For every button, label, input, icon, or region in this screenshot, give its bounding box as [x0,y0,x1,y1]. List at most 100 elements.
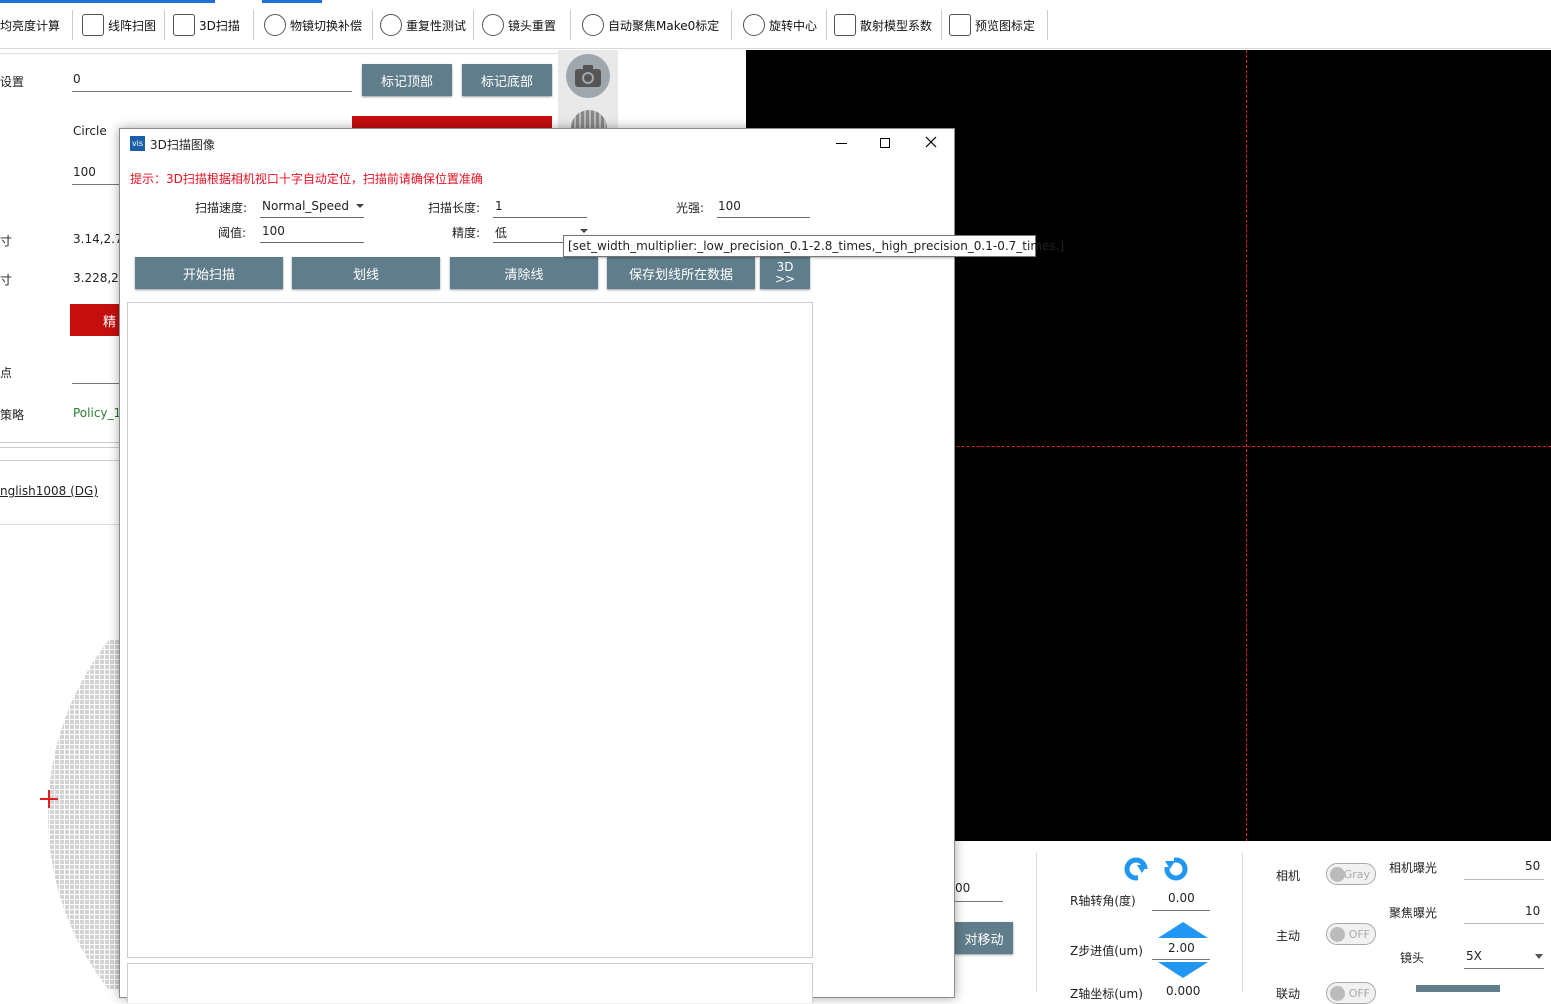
active-tab-indicator [0,0,215,3]
speed-label: 扫描速度: [195,201,248,215]
line-scan-icon [82,14,104,36]
value-underline [72,184,120,185]
chevron-down-icon [1535,954,1543,959]
precision-tooltip: [set_width_multiplier:_low_precision_0.1… [563,235,1064,257]
z-pos-label: Z轴坐标(um) [1070,987,1143,1001]
tb-preview-calibrate-label: 预览图标定 [975,18,1036,33]
tb-brightness-label: 平均亮度计算 [0,18,61,33]
linkage-label: 联动 [1276,987,1301,1001]
separator-bar [0,447,120,461]
length-label: 扫描长度: [428,201,481,215]
speed-select[interactable]: Normal_Speed [262,199,349,213]
light-input[interactable]: 100 [718,199,741,213]
z-step-label: Z步进值(um) [1070,944,1143,958]
divider [0,524,120,525]
recipe-link[interactable]: nglish1008 (DG) [0,484,98,498]
active-toggle[interactable]: OFF [1326,923,1376,945]
3d-button-arrows: >> [774,272,796,286]
z-step-underline [1152,959,1210,960]
arrow-down-icon [1158,962,1208,978]
camera-gray-toggle[interactable]: Gray [1326,863,1376,885]
partial-underline [955,901,1003,902]
tb-brightness-button[interactable]: 平均亮度计算 [0,12,60,38]
toolbar-divider [1047,10,1048,40]
cam-exposure-input[interactable]: 50 [1525,859,1540,873]
divider [0,442,120,443]
3d-scan-icon [173,14,195,36]
tb-autofocus-label: 自动聚焦Make0标定 [608,18,720,33]
mark-top-button[interactable]: 标记顶部 [362,64,452,96]
z-step-input[interactable]: 2.00 [1168,941,1195,955]
toolbar-divider [570,10,571,40]
length-input[interactable]: 1 [495,199,503,213]
value-100-input[interactable]: 100 [73,165,96,179]
active-tab-indicator-2 [262,0,322,3]
camera-label: 相机 [1276,869,1301,883]
active-label: 主动 [1276,929,1301,943]
setting-underline [72,91,352,92]
partial-value[interactable]: 00 [955,881,970,895]
lens-label: 镜头 [1400,951,1425,965]
rotate-ccw-button[interactable] [1123,856,1149,882]
toggle-knob [1330,986,1345,1001]
tb-lens-switch-button[interactable]: 物镜切换补偿 [264,12,362,38]
close-icon[interactable] [924,135,938,149]
tb-rotate-center-label: 旋转中心 [769,18,818,33]
focus-exposure-input[interactable]: 10 [1525,904,1540,918]
start-scan-button[interactable]: 开始扫描 [135,257,283,289]
camera-capture-button[interactable] [566,54,610,98]
bottom-action-button[interactable] [1416,985,1500,992]
relative-move-button[interactable]: 对移动 [955,922,1013,954]
toolbar-divider [826,10,827,40]
lens-select[interactable]: 5X [1466,949,1482,963]
tb-lens-reset-label: 镜头重置 [508,18,557,33]
autofocus-icon [582,14,604,36]
camera-icon [575,65,601,87]
linkage-toggle[interactable]: OFF [1326,982,1376,1004]
3d-view-button[interactable]: 3D >> [760,257,810,289]
profile-canvas[interactable] [127,963,813,1003]
dialog-hint: 提示：3D扫描根据相机视口十字自动定位，扫描前请确保位置准确 [130,172,483,186]
tb-3d-scan-button[interactable]: 3D扫描 [173,12,240,38]
tb-repeat-test-button[interactable]: 重复性测试 [380,12,466,38]
close-glyph [925,136,937,148]
tb-scatter-model-label: 散射模型系数 [860,18,933,33]
precise-button[interactable]: 精 [70,304,122,336]
focus-exposure-underline [1464,923,1544,924]
draw-line-button[interactable]: 划线 [292,257,440,289]
toolbar-divider [72,10,73,40]
light-underline [717,217,810,218]
setting-input[interactable]: 0 [73,72,81,86]
shape-select[interactable]: Circle [73,124,107,138]
tb-preview-calibrate-button[interactable]: 预览图标定 [949,12,1035,38]
z-up-button[interactable] [1158,922,1208,938]
tb-autofocus-button[interactable]: 自动聚焦Make0标定 [582,12,719,38]
tb-rotate-center-button[interactable]: 旋转中心 [743,12,817,38]
toolbar-divider [372,10,373,40]
panel-divider [0,53,558,54]
tb-line-scan-button[interactable]: 线阵扫图 [82,12,156,38]
lens-switch-icon [264,14,286,36]
rotate-cw-button[interactable] [1163,856,1189,882]
maximize-icon[interactable] [880,138,890,148]
wafer-map[interactable] [40,640,120,990]
tb-scatter-model-button[interactable]: 散射模型系数 [834,12,932,38]
precision-select[interactable]: 低 [495,224,507,241]
cam-exposure-label: 相机曝光 [1389,861,1438,875]
linkage-toggle-text: OFF [1348,986,1370,1000]
toggle-knob [1330,867,1345,882]
tb-lens-reset-button[interactable]: 镜头重置 [482,12,556,38]
mark-bottom-button[interactable]: 标记底部 [462,64,552,96]
policy-select[interactable]: Policy_1 [73,406,121,420]
toolbar-divider [731,10,732,40]
z-down-button[interactable] [1158,962,1208,978]
clear-line-button[interactable]: 清除线 [450,257,598,289]
scan-3d-dialog: vis 3D扫描图像 提示：3D扫描根据相机视口十字自动定位，扫描前请确保位置准… [119,128,955,1003]
cam-exposure-underline [1464,879,1544,880]
r-axis-input[interactable]: 0.00 [1168,891,1195,905]
scan-image-canvas[interactable] [127,302,813,958]
threshold-input[interactable]: 100 [262,224,285,238]
minimize-icon[interactable] [836,143,847,144]
active-toggle-text: OFF [1348,927,1370,941]
save-line-data-button[interactable]: 保存划线所在数据 [607,257,755,289]
